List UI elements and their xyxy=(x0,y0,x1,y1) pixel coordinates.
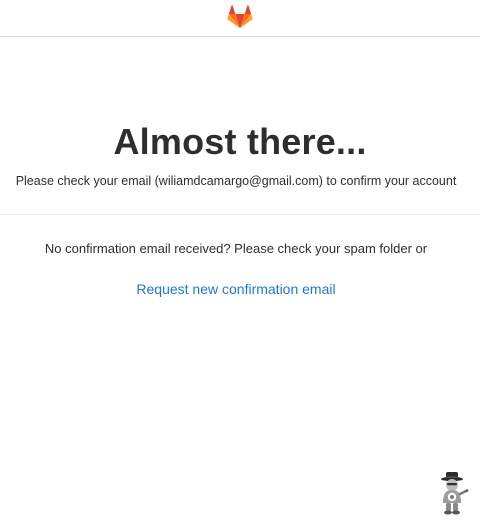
gitlab-tanuki-icon xyxy=(227,4,253,28)
spy-mascot-icon[interactable] xyxy=(436,470,470,516)
gitlab-logo-link[interactable] xyxy=(227,4,253,29)
top-header xyxy=(0,0,480,37)
page-title: Almost there... xyxy=(113,121,367,162)
confirmation-message: Please check your email (wiliamdcamargo@… xyxy=(15,174,457,188)
request-confirmation-link[interactable]: Request new confirmation email xyxy=(0,280,472,298)
confirmation-page: Almost there... Please check your email … xyxy=(0,0,480,520)
no-email-notice: No confirmation email received? Please c… xyxy=(44,241,428,256)
section-divider xyxy=(0,214,480,215)
